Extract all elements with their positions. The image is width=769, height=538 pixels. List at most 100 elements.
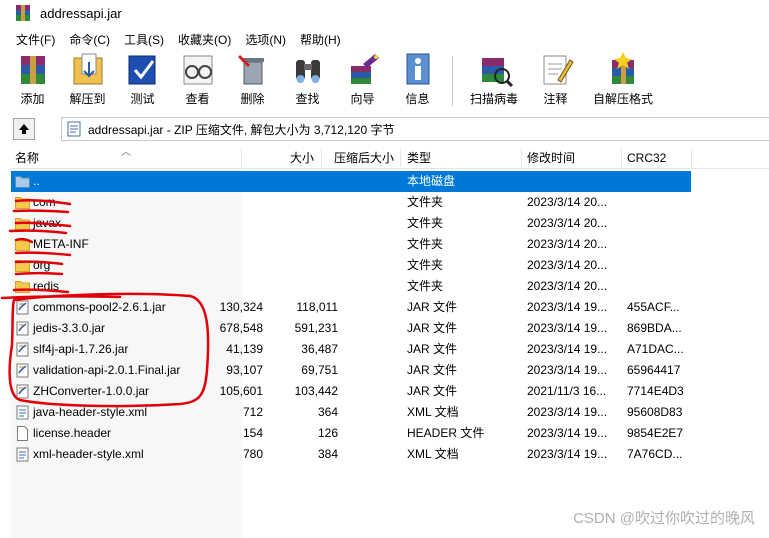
file-size: 154	[242, 426, 263, 440]
column-divider[interactable]	[321, 149, 322, 167]
toolbar: 添加 解压到 测试 查看 删除 查找 向导 信息 扫描病毒 注释 自解压格式	[12, 52, 769, 112]
menu-help[interactable]: 帮助(H)	[293, 31, 348, 48]
xml-file-icon	[15, 447, 30, 462]
col-name[interactable]: 名称	[15, 147, 39, 169]
column-divider[interactable]	[621, 149, 622, 167]
file-row[interactable]: commons-pool2-2.6.1.jar 130,324 118,011 JAR…	[11, 297, 691, 318]
file-size: 130,324	[219, 300, 263, 314]
file-row[interactable]: redis 文件夹 2023/3/14 20...	[11, 276, 691, 297]
file-row[interactable]: validation-api-2.0.1.Final.jar 93,107 69,7…	[11, 360, 691, 381]
file-name: ..	[33, 174, 40, 188]
col-modified[interactable]: 修改时间	[527, 147, 575, 169]
file-name: xml-header-style.xml	[33, 447, 144, 461]
scan-virus-button[interactable]: 扫描病毒	[463, 52, 525, 110]
file-row[interactable]: META-INF 文件夹 2023/3/14 20...	[11, 234, 691, 255]
file-type: JAR 文件	[407, 384, 458, 398]
file-modified: 2023/3/14 19...	[527, 342, 608, 356]
file-row[interactable]: ZHConverter-1.0.0.jar 105,601 103,442 JAR 文…	[11, 381, 691, 402]
file-row[interactable]: xml-header-style.xml 780 384 XML 文档 2023/3/1…	[11, 444, 691, 465]
watermark: CSDN @吹过你吹过的晚风	[573, 510, 755, 527]
sfx-button[interactable]: 自解压格式	[590, 52, 656, 110]
file-row[interactable]: jedis-3.3.0.jar 678,548 591,231 JAR 文件 2023/…	[11, 318, 691, 339]
address-bar: addressapi.jar - ZIP 压缩文件, 解包大小为 3,712,1…	[13, 117, 769, 141]
archive-books-icon	[13, 52, 53, 88]
file-crc32: 7714E4D3	[627, 384, 684, 398]
find-button[interactable]: 查找	[287, 52, 328, 110]
file-crc32: 65964417	[627, 363, 681, 377]
file-type: XML 文档	[407, 405, 459, 419]
file-name: javax	[33, 216, 62, 230]
file-row[interactable]: org 文件夹 2023/3/14 20...	[11, 255, 691, 276]
file-modified: 2023/3/14 19...	[527, 321, 608, 335]
window-title: addressapi.jar	[40, 5, 122, 21]
menu-favorites[interactable]: 收藏夹(O)	[171, 31, 238, 48]
file-name: jedis-3.3.0.jar	[33, 321, 106, 335]
file-row[interactable]: com 文件夹 2023/3/14 20...	[11, 192, 691, 213]
folder-icon	[15, 237, 30, 251]
column-divider[interactable]	[241, 149, 242, 167]
address-field[interactable]: addressapi.jar - ZIP 压缩文件, 解包大小为 3,712,1…	[61, 117, 769, 141]
xml-file-icon	[15, 405, 30, 420]
delete-label: 删除	[240, 92, 265, 106]
extract-to-button[interactable]: 解压到	[67, 52, 108, 110]
info-label: 信息	[405, 92, 430, 106]
file-row[interactable]: slf4j-api-1.7.26.jar 41,139 36,487 JAR 文件 20…	[11, 339, 691, 360]
column-divider[interactable]	[521, 149, 522, 167]
menu-commands[interactable]: 命令(C)	[62, 31, 117, 48]
col-crc[interactable]: CRC32	[627, 147, 666, 169]
file-type: HEADER 文件	[407, 426, 485, 440]
col-size[interactable]: 大小	[290, 147, 314, 169]
file-size: 41,139	[226, 342, 263, 356]
folder-icon	[15, 216, 30, 230]
file-crc32: 455ACF...	[627, 300, 680, 314]
file-modified: 2023/3/14 19...	[527, 426, 608, 440]
file-row[interactable]: javax 文件夹 2023/3/14 20...	[11, 213, 691, 234]
file-type: JAR 文件	[407, 321, 458, 335]
file-name: slf4j-api-1.7.26.jar	[33, 342, 129, 356]
title-bar: addressapi.jar	[0, 0, 769, 26]
file-packed-size: 103,442	[294, 384, 338, 398]
col-type[interactable]: 类型	[407, 147, 431, 169]
add-button[interactable]: 添加	[12, 52, 53, 110]
jar-file-icon	[15, 321, 30, 336]
test-button[interactable]: 测试	[122, 52, 163, 110]
info-button[interactable]: 信息	[397, 52, 438, 110]
jar-file-icon	[15, 342, 30, 357]
file-type: 文件夹	[407, 216, 444, 230]
file-type: 本地磁盘	[407, 174, 456, 188]
column-header: 名称 ︿ 大小 压缩后大小 类型 修改时间 CRC32	[11, 147, 769, 169]
menu-tools[interactable]: 工具(S)	[117, 31, 171, 48]
file-modified: 2023/3/14 19...	[527, 300, 608, 314]
file-size: 93,107	[226, 363, 263, 377]
virus-scan-icon	[474, 52, 514, 88]
menu-file[interactable]: 文件(F)	[9, 31, 62, 48]
up-one-level-button[interactable]	[13, 118, 35, 140]
info-icon	[398, 52, 438, 88]
column-divider[interactable]	[400, 149, 401, 167]
file-packed-size: 118,011	[296, 300, 338, 314]
glasses-icon	[178, 52, 218, 88]
find-label: 查找	[295, 92, 320, 106]
extract-folder-icon	[68, 52, 108, 88]
col-packed[interactable]: 压缩后大小	[334, 147, 394, 169]
folder-icon	[15, 279, 30, 293]
comment-button[interactable]: 注释	[535, 52, 576, 110]
file-row[interactable]: license.header 154 126 HEADER 文件 2023/3/14 1…	[11, 423, 691, 444]
comment-label: 注释	[543, 92, 568, 106]
wizard-icon	[343, 52, 383, 88]
wizard-button[interactable]: 向导	[342, 52, 383, 110]
file-row[interactable]: java-header-style.xml 712 364 XML 文档 2023/3/…	[11, 402, 691, 423]
file-modified: 2023/3/14 19...	[527, 447, 608, 461]
view-button[interactable]: 查看	[177, 52, 218, 110]
file-modified: 2021/11/3 16...	[527, 384, 607, 398]
test-check-icon	[123, 52, 163, 88]
file-type: JAR 文件	[407, 300, 458, 314]
parent-folder-row[interactable]: .. 本地磁盘	[11, 171, 691, 192]
file-type: 文件夹	[407, 195, 444, 209]
parent-folder-icon	[15, 174, 30, 188]
delete-button[interactable]: 删除	[232, 52, 273, 110]
column-divider[interactable]	[691, 149, 692, 167]
menu-options[interactable]: 选项(N)	[238, 31, 293, 48]
folder-icon	[15, 258, 30, 272]
file-type: 文件夹	[407, 237, 444, 251]
